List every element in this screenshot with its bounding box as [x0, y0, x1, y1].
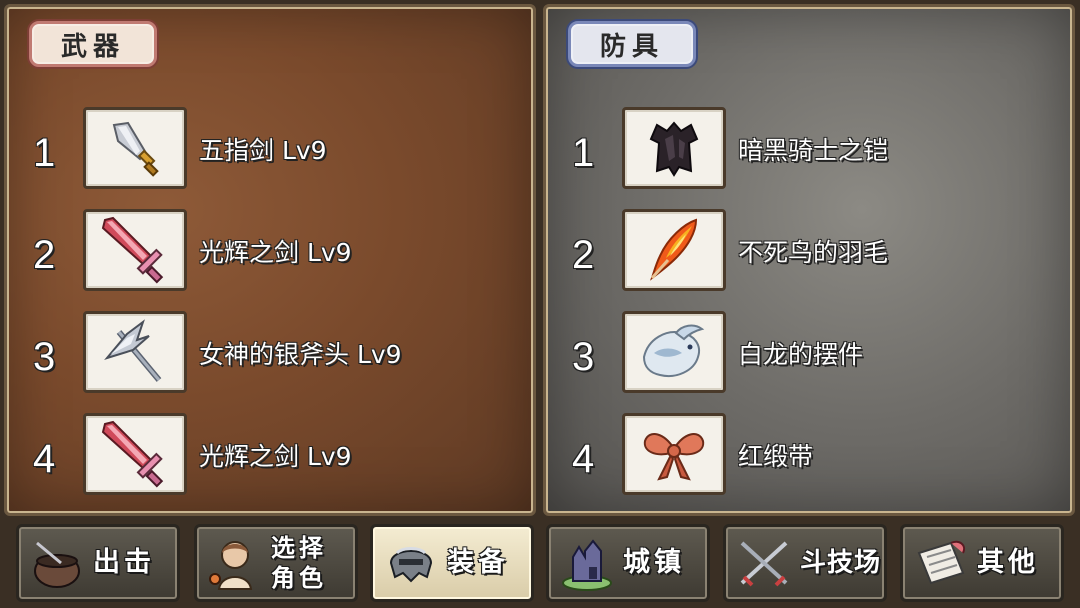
slot-number: 3: [33, 335, 56, 379]
white-dragon-icon: [622, 311, 726, 393]
dark-armor-icon: [622, 107, 726, 189]
slot-number: 3: [572, 335, 595, 379]
weapon-slot-1[interactable]: 1 五指剑 Lv9: [7, 107, 533, 193]
weapon-slot-3[interactable]: 3 女神的银斧头 Lv9: [7, 311, 533, 397]
armor-title: 防具: [568, 21, 696, 67]
crossed-swords-icon: [740, 541, 788, 587]
weapon-name: 女神的银斧头 Lv9: [199, 340, 402, 369]
nav-label: 装备: [447, 547, 509, 578]
slot-number: 2: [572, 233, 595, 277]
armor-slot-2[interactable]: 2 不死鸟的羽毛: [546, 209, 1072, 295]
nav-label: 出击: [93, 547, 155, 578]
armor-name: 不死鸟的羽毛: [738, 238, 889, 267]
nav-arena-button[interactable]: 斗技场: [723, 524, 887, 602]
nav-label: 选择 角色: [271, 534, 327, 592]
armor-slot-4[interactable]: 4 红缎带: [546, 413, 1072, 499]
slot-number: 1: [572, 131, 595, 175]
nav-other-button[interactable]: 其他: [900, 524, 1064, 602]
weapon-name: 光辉之剑 Lv9: [199, 442, 352, 471]
weapon-name: 光辉之剑 Lv9: [199, 238, 352, 267]
weapon-slot-2[interactable]: 2 光辉之剑 Lv9: [7, 209, 533, 295]
slot-number: 4: [33, 437, 56, 481]
weapon-name: 五指剑 Lv9: [199, 136, 327, 165]
weapon-slot-4[interactable]: 4 光辉之剑 Lv9: [7, 413, 533, 499]
armor-name: 红缎带: [738, 442, 814, 471]
red-ribbon-icon: [622, 413, 726, 495]
bottom-nav: 出击 选择 角色 装备 城镇 斗技场 其他: [0, 520, 1080, 608]
nav-select-character-button[interactable]: 选择 角色: [194, 524, 358, 602]
nav-town-button[interactable]: 城镇: [546, 524, 710, 602]
slot-number: 2: [33, 233, 56, 277]
cauldron-icon: [34, 541, 80, 588]
weapons-title: 武器: [29, 21, 157, 67]
radiant-sword-icon: [83, 413, 187, 495]
slot-number: 4: [572, 437, 595, 481]
weapons-panel: 武器 1 五指剑 Lv9 2 光辉之剑 Lv9 3 女神的银斧头 Lv9 4 光…: [4, 4, 536, 516]
slot-number: 1: [33, 131, 56, 175]
armor-name: 暗黑骑士之铠: [738, 136, 889, 165]
dagger-icon: [83, 107, 187, 189]
armor-name: 白龙的摆件: [738, 340, 864, 369]
armor-panel: 防具 1 暗黑骑士之铠 2 不死鸟的羽毛 3 白龙的摆件 4 红缎带: [543, 4, 1075, 516]
castle-icon: [562, 539, 612, 591]
armor-helmet-icon: [389, 547, 433, 583]
armor-slot-3[interactable]: 3 白龙的摆件: [546, 311, 1072, 397]
phoenix-feather-icon: [622, 209, 726, 291]
nav-equipment-button[interactable]: 装备: [370, 524, 534, 602]
nav-label: 斗技场: [800, 548, 882, 578]
armor-slot-1[interactable]: 1 暗黑骑士之铠: [546, 107, 1072, 193]
silver-axe-icon: [83, 311, 187, 393]
nav-label: 城镇: [623, 547, 685, 578]
scroll-icon: [917, 540, 965, 585]
nav-sortie-button[interactable]: 出击: [16, 524, 180, 602]
radiant-sword-icon: [83, 209, 187, 291]
character-icon: [209, 541, 253, 590]
nav-label: 其他: [977, 547, 1039, 578]
